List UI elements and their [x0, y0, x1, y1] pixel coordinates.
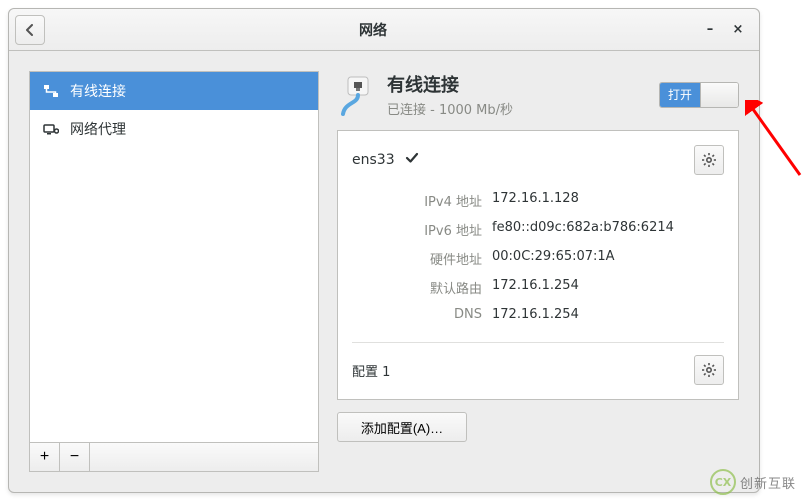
- wired-icon: [42, 84, 60, 98]
- info-value-gateway: 172.16.1.254: [492, 278, 724, 297]
- connection-toggle[interactable]: 打开: [659, 82, 739, 108]
- profile-settings-button[interactable]: [694, 355, 724, 385]
- info-value-ipv6: fe80::d09c:682a:b786:6214: [492, 220, 724, 239]
- sidebar-list: 有线连接 网络代理: [29, 71, 319, 442]
- interface-row: ens33: [352, 145, 724, 175]
- interface-name: ens33: [352, 152, 395, 168]
- panel-subtitle: 已连接 - 1000 Mb/秒: [387, 99, 651, 118]
- info-value-dns: 172.16.1.254: [492, 307, 724, 322]
- info-value-ipv4: 172.16.1.128: [492, 191, 724, 210]
- add-profile-label: 添加配置(A)…: [361, 418, 443, 437]
- info-label: DNS: [382, 307, 492, 322]
- info-label: IPv6 地址: [382, 220, 492, 239]
- detail-panel: 有线连接 已连接 - 1000 Mb/秒 打开 ens33: [337, 71, 739, 472]
- gear-icon: [701, 152, 717, 168]
- gear-icon: [701, 362, 717, 378]
- window-controls: – ×: [701, 22, 753, 37]
- settings-window: 网络 – × 有线连接 网络代理: [8, 8, 760, 493]
- content-area: 有线连接 网络代理 + −: [9, 51, 759, 492]
- add-profile-button[interactable]: 添加配置(A)…: [337, 412, 467, 442]
- window-title: 网络: [45, 20, 701, 40]
- titlebar: 网络 – ×: [9, 9, 759, 51]
- sidebar-item-wired[interactable]: 有线连接: [30, 72, 318, 110]
- info-label: IPv4 地址: [382, 191, 492, 210]
- chevron-left-icon: [25, 24, 35, 36]
- check-icon: [405, 152, 419, 168]
- info-label: 默认路由: [382, 278, 492, 297]
- connection-details: ens33 IPv4 地址 172.16.1.128 IPv6 地址 fe80:…: [337, 130, 739, 400]
- remove-connection-button[interactable]: −: [60, 443, 90, 471]
- ethernet-icon: [337, 74, 379, 116]
- profile-row: 配置 1: [352, 342, 724, 385]
- sidebar-item-proxy[interactable]: 网络代理: [30, 110, 318, 148]
- sidebar-item-label: 网络代理: [70, 119, 126, 139]
- sidebar: 有线连接 网络代理 + −: [29, 71, 319, 472]
- minimize-button[interactable]: –: [701, 22, 719, 37]
- panel-title: 有线连接: [387, 71, 651, 97]
- close-button[interactable]: ×: [729, 22, 747, 37]
- add-profile-row: 添加配置(A)…: [337, 412, 739, 442]
- back-button[interactable]: [15, 15, 45, 45]
- info-value-mac: 00:0C:29:65:07:1A: [492, 249, 724, 268]
- info-label: 硬件地址: [382, 249, 492, 268]
- sidebar-toolbar: + −: [29, 442, 319, 472]
- interface-settings-button[interactable]: [694, 145, 724, 175]
- panel-header: 有线连接 已连接 - 1000 Mb/秒 打开: [337, 71, 739, 118]
- info-rows: IPv4 地址 172.16.1.128 IPv6 地址 fe80::d09c:…: [382, 191, 724, 322]
- profile-name: 配置 1: [352, 361, 390, 380]
- proxy-icon: [42, 123, 60, 135]
- sidebar-item-label: 有线连接: [70, 81, 126, 101]
- switch-knob: [700, 83, 738, 107]
- switch-on-label: 打开: [660, 83, 700, 107]
- panel-header-text: 有线连接 已连接 - 1000 Mb/秒: [387, 71, 651, 118]
- add-connection-button[interactable]: +: [30, 443, 60, 471]
